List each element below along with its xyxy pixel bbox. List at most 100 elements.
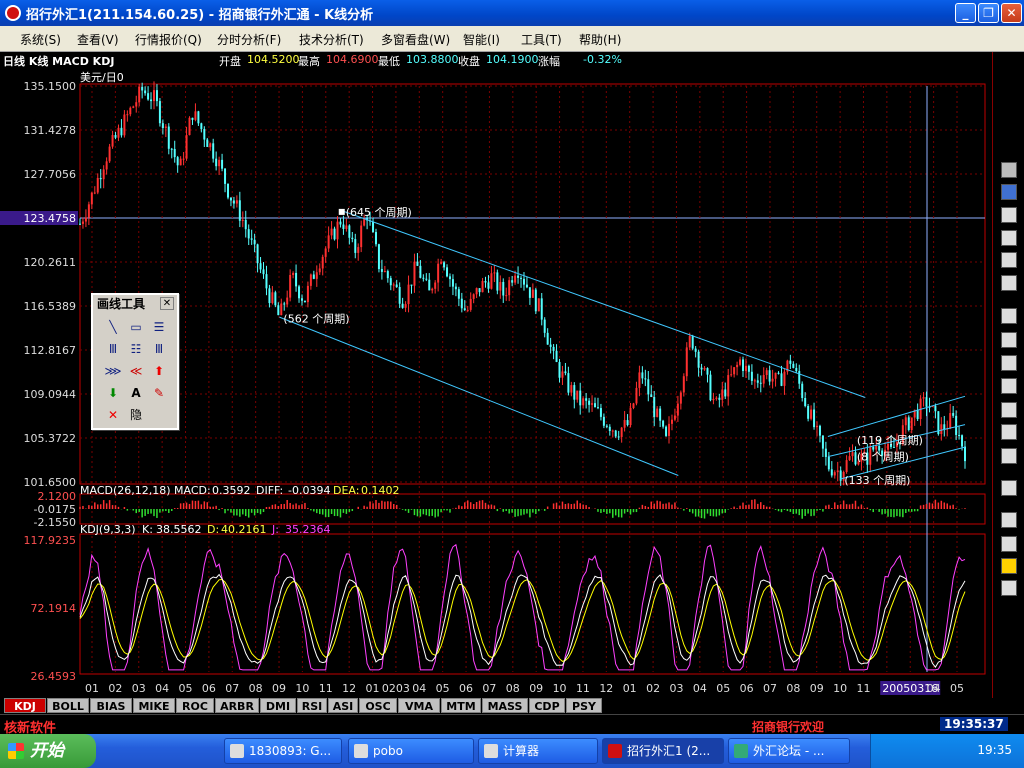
menu-multiwindow[interactable]: 多窗看盘(W) xyxy=(381,31,450,48)
zoom-in-icon[interactable] xyxy=(1001,378,1017,394)
eraser-icon[interactable]: ✎ xyxy=(149,383,169,403)
minimize-button[interactable]: _ xyxy=(955,3,976,23)
f8-key-icon[interactable] xyxy=(1001,480,1017,496)
candle-body xyxy=(531,289,534,298)
menu-technical[interactable]: 技术分析(T) xyxy=(299,31,364,48)
down-arrow-icon[interactable]: ⬇ xyxy=(103,383,123,403)
tab-mike[interactable]: MIKE xyxy=(133,698,175,713)
dea-label: DEA: xyxy=(333,484,360,497)
candle-icon[interactable] xyxy=(1001,355,1017,371)
close-button[interactable]: ✕ xyxy=(1001,3,1022,23)
candle-body xyxy=(336,221,339,240)
tab-psy[interactable]: PSY xyxy=(566,698,602,713)
drawing-tool-palette[interactable]: 画线工具 ✕ ╲ ▭ ☰ Ⅲ ☷ Ⅲ ⋙ ≪ ⬆ ⬇ A ✎ ✕ 隐 xyxy=(91,293,179,430)
task-calculator[interactable]: 计算器 xyxy=(478,738,598,764)
tab-rsi[interactable]: RSI xyxy=(297,698,327,713)
warning-icon[interactable] xyxy=(1001,558,1017,574)
candle-body xyxy=(851,452,854,457)
kdj-d-line xyxy=(79,578,966,662)
candle-body xyxy=(191,117,194,120)
fit-icon[interactable] xyxy=(1001,424,1017,440)
gann-tool-icon[interactable]: ☷ xyxy=(126,339,146,359)
news-marquee[interactable]: 招商银行欢迎 xyxy=(752,718,824,735)
arrow-left-icon[interactable] xyxy=(1001,207,1017,223)
tab-mtm[interactable]: MTM xyxy=(441,698,481,713)
task-label: 招行外汇1 (2... xyxy=(627,744,711,758)
menu-smart[interactable]: 智能(I) xyxy=(463,31,500,48)
list-icon[interactable] xyxy=(1001,252,1017,268)
candle-body xyxy=(295,272,298,287)
tab-dmi[interactable]: DMI xyxy=(260,698,296,713)
task-forex-app[interactable]: 招行外汇1 (2... xyxy=(602,738,724,764)
menu-help[interactable]: 帮助(H) xyxy=(579,31,621,48)
tab-kdj[interactable]: KDJ xyxy=(4,698,46,713)
menu-intraday[interactable]: 分时分析(F) xyxy=(217,31,281,48)
candle-body xyxy=(789,360,792,364)
text-tool-icon[interactable]: A xyxy=(126,383,146,403)
fibo-tool-icon[interactable]: Ⅲ xyxy=(103,339,123,359)
menu-view[interactable]: 查看(V) xyxy=(77,31,119,48)
candle-body xyxy=(372,221,375,233)
candle-body xyxy=(582,398,585,406)
search-icon[interactable] xyxy=(1001,580,1017,596)
title-bar[interactable]: 招行外汇1(211.154.60.25) - 招商银行外汇通 - K线分析 _ … xyxy=(0,0,1024,26)
tab-vma[interactable]: VMA xyxy=(398,698,440,713)
candle-body xyxy=(736,364,739,368)
tab-boll[interactable]: BOLL xyxy=(47,698,89,713)
menu-quotes[interactable]: 行情报价(Q) xyxy=(135,31,202,48)
start-button[interactable]: 开始 xyxy=(0,734,96,768)
chart-line-icon[interactable] xyxy=(1001,308,1017,324)
candle-body xyxy=(724,389,727,397)
candle-body xyxy=(744,365,747,371)
pencil-icon[interactable] xyxy=(1001,536,1017,552)
candle-body xyxy=(653,396,656,417)
menu-system[interactable]: 系统(S) xyxy=(20,31,61,48)
delete-icon[interactable]: ✕ xyxy=(103,405,123,425)
tab-cdp[interactable]: CDP xyxy=(529,698,565,713)
zoom-out-icon[interactable] xyxy=(1001,402,1017,418)
candle-body xyxy=(79,223,81,225)
calendar-icon[interactable] xyxy=(1001,448,1017,464)
grid-tool-icon[interactable] xyxy=(1001,184,1017,200)
y-tick-label: 101.6500 xyxy=(24,476,77,489)
candle-body xyxy=(229,197,232,201)
cursor-tool-icon[interactable] xyxy=(1001,162,1017,178)
line-tool-icon[interactable]: ╲ xyxy=(103,317,123,337)
table-icon[interactable] xyxy=(1001,275,1017,291)
task-forum[interactable]: 外汇论坛 - ... xyxy=(728,738,850,764)
up-arrow-icon[interactable]: ⬆ xyxy=(149,361,169,381)
candle-body xyxy=(872,446,875,450)
candle-body xyxy=(502,281,505,296)
tab-asi[interactable]: ASI xyxy=(328,698,358,713)
palette-close-button[interactable]: ✕ xyxy=(160,297,174,310)
tab-mass[interactable]: MASS xyxy=(482,698,528,713)
cycle-tool-icon[interactable]: Ⅲ xyxy=(149,339,169,359)
tab-roc[interactable]: ROC xyxy=(176,698,214,713)
chart-bar-icon[interactable] xyxy=(1001,332,1017,348)
speed-tool-icon[interactable]: ⋙ xyxy=(103,361,123,381)
hide-icon[interactable]: 隐 xyxy=(126,405,146,425)
rect-tool-icon[interactable]: ▭ xyxy=(126,317,146,337)
kdj-j-line xyxy=(79,543,966,671)
tab-bias[interactable]: BIAS xyxy=(90,698,132,713)
candle-body xyxy=(238,200,241,221)
task-gmail[interactable]: 1830893: G... xyxy=(224,738,342,764)
candle-body xyxy=(392,284,395,286)
candle-body xyxy=(144,90,147,94)
maximize-button[interactable]: ❐ xyxy=(978,3,999,23)
candle-body xyxy=(700,367,703,370)
menu-tools[interactable]: 工具(T) xyxy=(521,31,562,48)
candle-body xyxy=(262,269,265,275)
candle-body xyxy=(351,237,354,240)
candle-body xyxy=(496,272,499,291)
parallel-tool-icon[interactable]: ☰ xyxy=(149,317,169,337)
candle-body xyxy=(253,239,256,245)
tab-osc[interactable]: OSC xyxy=(359,698,397,713)
task-pobo[interactable]: pobo xyxy=(348,738,474,764)
fan-tool-icon[interactable]: ≪ xyxy=(126,361,146,381)
tab-arbr[interactable]: ARBR xyxy=(215,698,259,713)
print-icon[interactable] xyxy=(1001,512,1017,528)
candle-body xyxy=(641,372,644,379)
page-icon[interactable] xyxy=(1001,230,1017,246)
candle-body xyxy=(505,295,508,297)
